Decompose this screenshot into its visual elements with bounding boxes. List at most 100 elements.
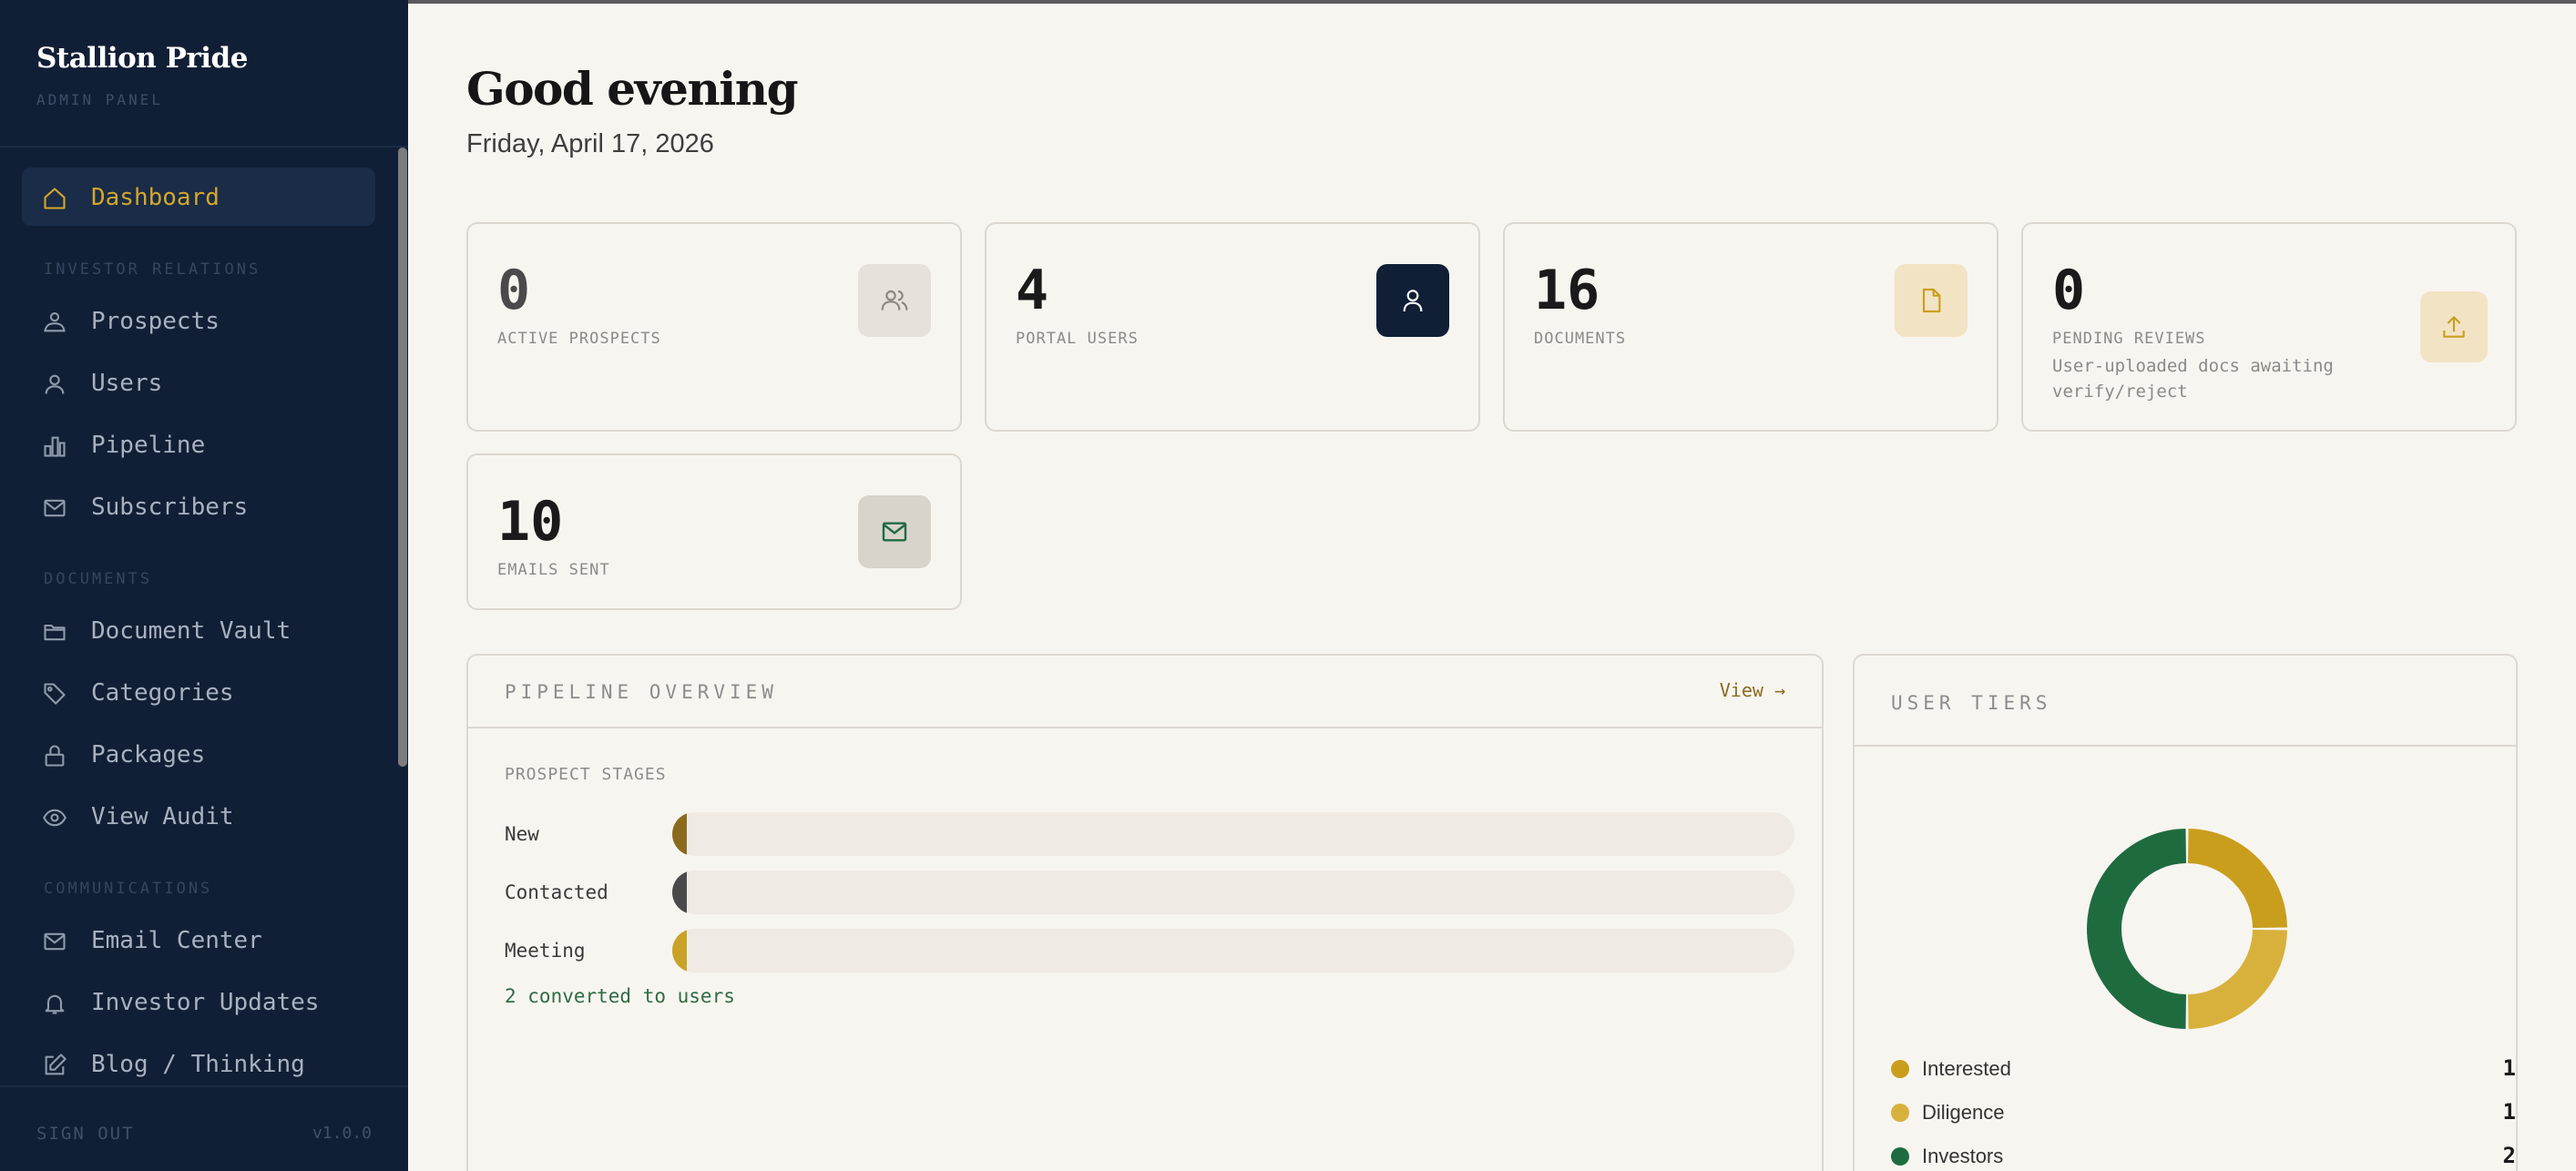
stage-track [672, 929, 1794, 972]
eye-icon [43, 809, 66, 827]
stat-description: User-uploaded docs awaiting verify/rejec… [2052, 356, 2334, 402]
section-investor-relations: INVESTOR RELATIONS [44, 260, 261, 279]
users-icon [858, 264, 931, 337]
current-date: Friday, April 17, 2026 [466, 129, 714, 158]
lock-icon [45, 745, 65, 767]
stat-label: EMAILS SENT [497, 561, 610, 579]
stat-card-pending-reviews[interactable]: 0 PENDING REVIEWS User-uploaded docs awa… [2021, 222, 2517, 432]
legend-count: 2 [2502, 1143, 2516, 1168]
user-icon [1376, 264, 1449, 337]
stage-bar-contacted [672, 871, 687, 914]
sidebar-item-prospects[interactable]: Prospects [22, 291, 375, 350]
sidebar-item-users[interactable]: Users [22, 353, 375, 412]
sidebar-item-investor-updates[interactable]: Investor Updates [22, 972, 375, 1031]
user-tiers-donut-chart [2087, 829, 2287, 1029]
sidebar-item-label: View Audit [91, 803, 234, 830]
stat-card-emails-sent[interactable]: 10 EMAILS SENT [466, 453, 962, 610]
stage-label: Contacted [505, 881, 608, 903]
document-icon [1895, 264, 1968, 337]
sidebar-item-label: Prospects [91, 308, 220, 335]
stat-value: 16 [1534, 259, 1600, 322]
sidebar-item-label: Categories [91, 679, 234, 707]
stage-track [672, 812, 1794, 856]
legend-swatch [1891, 1147, 1909, 1166]
sidebar-item-label: Users [91, 370, 163, 397]
stage-track [672, 871, 1794, 914]
sign-out-button[interactable]: SIGN OUT [36, 1124, 135, 1144]
sidebar-item-label: Email Center [91, 927, 262, 954]
legend-label: Diligence [1922, 1101, 2005, 1124]
mail-icon [44, 932, 66, 951]
prospect-stages-title: PROSPECT STAGES [505, 765, 667, 784]
stage-row-contacted: Contacted [505, 871, 1794, 914]
legend-swatch [1891, 1060, 1909, 1078]
stat-value: 4 [1016, 259, 1049, 322]
legend-item-investors: Investors 2 [1891, 1140, 2516, 1171]
panel-divider [468, 727, 1822, 728]
sidebar-item-label: Packages [91, 741, 206, 769]
upload-icon [2420, 291, 2488, 362]
panel-title: USER TIERS [1891, 692, 2052, 714]
prospects-icon [44, 312, 66, 332]
sidebar-item-label: Dashboard [91, 184, 220, 211]
stage-bar-new [672, 812, 687, 856]
legend-item-interested: Interested 1 [1891, 1053, 2516, 1084]
sidebar-scrollbar-thumb[interactable] [398, 148, 407, 767]
pipeline-overview-panel: PIPELINE OVERVIEW View → PROSPECT STAGES… [466, 654, 1824, 1171]
donut-slice-investors [2087, 829, 2186, 1029]
page-title: Good evening [466, 62, 799, 116]
sidebar-item-document-vault[interactable]: Document Vault [22, 601, 375, 659]
section-documents: DOCUMENTS [44, 570, 153, 588]
stat-card-documents[interactable]: 16 DOCUMENTS [1503, 222, 1998, 432]
sidebar-item-pipeline[interactable]: Pipeline [22, 415, 375, 473]
panel-title: PIPELINE OVERVIEW [505, 681, 778, 703]
folder-icon [44, 624, 66, 641]
stat-label: DOCUMENTS [1534, 330, 1627, 348]
stat-card-portal-users[interactable]: 4 PORTAL USERS [985, 222, 1480, 432]
sidebar-item-subscribers[interactable]: Subscribers [22, 477, 375, 535]
brand-subtitle: ADMIN PANEL [36, 91, 163, 108]
donut-slice-interested [2188, 829, 2287, 928]
legend-item-diligence: Diligence 1 [1891, 1096, 2516, 1127]
legend-label: Interested [1922, 1057, 2011, 1080]
edit-icon [45, 1054, 66, 1075]
tag-icon [44, 683, 66, 705]
stat-value: 0 [2052, 259, 2086, 322]
sidebar-item-packages[interactable]: Packages [22, 725, 375, 783]
donut-slice-diligence [2188, 930, 2287, 1029]
sidebar-item-view-audit[interactable]: View Audit [22, 787, 375, 845]
sidebar-header: Stallion Pride ADMIN PANEL [0, 0, 408, 148]
legend-count: 1 [2502, 1099, 2516, 1125]
sidebar-item-dashboard[interactable]: Dashboard [22, 168, 375, 226]
version-label: v1.0.0 [312, 1124, 372, 1143]
stat-card-active-prospects[interactable]: 0 ACTIVE PROSPECTS [466, 222, 962, 432]
legend-swatch [1891, 1104, 1909, 1122]
legend-label: Investors [1922, 1145, 2004, 1167]
stat-label: ACTIVE PROSPECTS [497, 330, 661, 348]
brand-name: Stallion Pride [36, 42, 248, 75]
stat-label: PORTAL USERS [1016, 330, 1139, 348]
stage-row-meeting: Meeting [505, 929, 1794, 972]
sidebar-item-label: Pipeline [91, 432, 206, 459]
sidebar-item-email-center[interactable]: Email Center [22, 911, 375, 969]
sidebar-item-blog[interactable]: Blog / Thinking [22, 1034, 375, 1085]
sidebar-item-label: Document Vault [91, 617, 291, 645]
mail-icon [44, 499, 66, 517]
user-icon [45, 374, 65, 394]
stage-row-new: New [505, 812, 1794, 856]
section-communications: COMMUNICATIONS [44, 880, 213, 898]
mail-icon [858, 495, 931, 568]
bell-icon [45, 994, 65, 1014]
pipeline-view-link[interactable]: View → [1720, 679, 1785, 701]
user-tiers-panel: USER TIERS Interested 1 Diligence 1 Inve… [1853, 654, 2518, 1171]
sidebar-item-label: Investor Updates [91, 989, 320, 1016]
stage-bar-meeting [672, 929, 687, 972]
sidebar-footer: SIGN OUT v1.0.0 [0, 1085, 408, 1171]
sidebar-item-categories[interactable]: Categories [22, 663, 375, 721]
sidebar-nav: Dashboard INVESTOR RELATIONS Prospects U… [0, 148, 397, 1085]
converted-count: 2 converted to users [505, 985, 735, 1007]
stage-label: Meeting [505, 940, 586, 962]
legend-count: 1 [2502, 1055, 2516, 1081]
home-icon [44, 188, 66, 209]
stat-value: 10 [497, 490, 564, 554]
